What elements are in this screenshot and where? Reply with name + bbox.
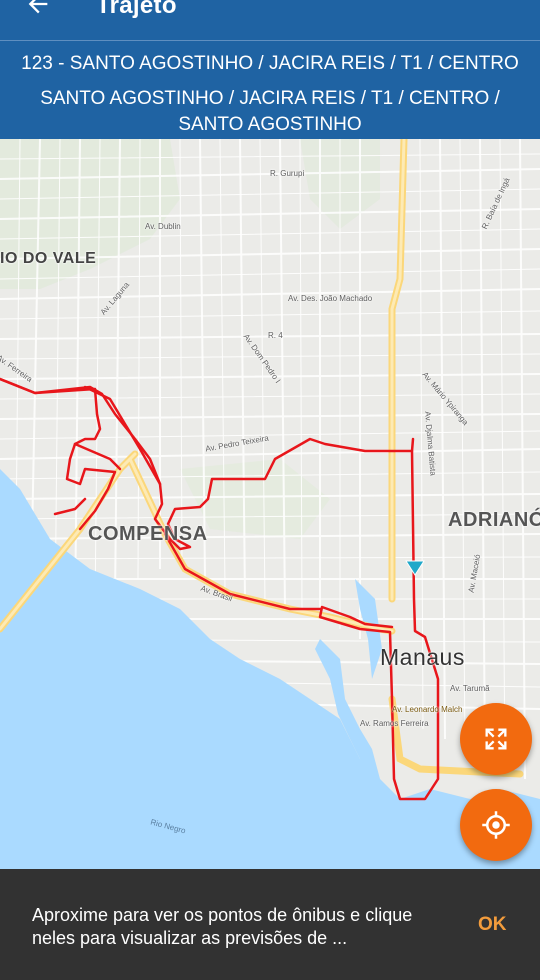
snackbar-ok-button[interactable]: OK [478, 914, 507, 936]
page-title: Trajeto [96, 0, 177, 19]
neighborhood-rio-do-vale: IO DO VALE [0, 250, 97, 267]
map-view[interactable]: R. Gurupi Av. Dublin Av. Laguna Av. Des.… [0, 139, 540, 869]
route-itinerary: SANTO AGOSTINHO / JACIRA REIS / T1 / CEN… [40, 88, 500, 135]
street-dublin: Av. Dublin [145, 222, 181, 231]
snackbar: Aproxime para ver os pontos de ônibus e … [0, 869, 540, 980]
street-joao-machado: Av. Des. João Machado [288, 294, 373, 303]
street-gurupi: R. Gurupi [270, 169, 305, 178]
map-canvas [0, 139, 540, 869]
route-name: 123 - SANTO AGOSTINHO / JACIRA REIS / T1… [21, 53, 519, 74]
street-taruma: Av. Tarumã [450, 684, 490, 693]
back-arrow-icon[interactable] [24, 0, 52, 18]
my-location-button[interactable] [460, 789, 532, 861]
fullscreen-icon [485, 728, 507, 750]
my-location-icon [482, 811, 510, 839]
neighborhood-compensa: COMPENSA [88, 523, 208, 545]
neighborhood-adrianopolis: ADRIANÓ [448, 509, 540, 531]
street-r4: R. 4 [268, 331, 283, 340]
snackbar-message: Aproxime para ver os pontos de ônibus e … [32, 905, 413, 948]
fullscreen-button[interactable] [460, 703, 532, 775]
street-leonardo: Av. Leonardo Malch [392, 705, 463, 714]
app-bar: Trajeto [0, 0, 540, 40]
route-header: 123 - SANTO AGOSTINHO / JACIRA REIS / T1… [0, 40, 540, 139]
street-ramos: Av. Ramos Ferreira [360, 719, 429, 728]
city-manaus: Manaus [380, 644, 465, 670]
